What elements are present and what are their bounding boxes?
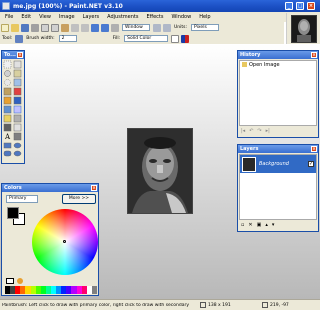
open-icon[interactable] <box>11 23 19 32</box>
window-title: me.jpg (100%) - Paint.NET v3.10 <box>13 2 123 10</box>
tools-panel-title: To... × <box>2 51 24 59</box>
cursor-position-icon <box>262 302 268 308</box>
antialias-icon[interactable] <box>171 34 180 43</box>
zoom-icon[interactable] <box>111 23 119 32</box>
delete-layer-icon[interactable]: ✕ <box>248 222 252 228</box>
copy-icon[interactable] <box>51 23 59 32</box>
cursor-position-text: 219, -97 <box>270 302 289 308</box>
undo-icon[interactable]: ↶ <box>249 128 253 134</box>
palette-strip[interactable] <box>5 286 97 294</box>
history-controls: |◂ ↶ ↷ ▸| <box>238 127 318 135</box>
thumbnail-face-image <box>291 15 317 43</box>
image-size-text: 138 x 191 <box>208 302 231 308</box>
menu-effects[interactable]: Effects <box>141 14 166 20</box>
maximize-button[interactable]: □ <box>296 2 304 10</box>
print-icon[interactable] <box>31 23 39 32</box>
duplicate-layer-icon[interactable]: ▣ <box>257 222 262 228</box>
status-bar: Paintbrush: Left click to draw with prim… <box>0 299 320 310</box>
reset-colors-icon[interactable] <box>17 278 23 284</box>
color-mode-dropdown[interactable]: Primary <box>6 195 38 203</box>
fill-label: Fill: <box>112 36 121 41</box>
paintbrush-tool-icon[interactable] <box>15 34 24 43</box>
layers-panel: Layers × Background ✓ ▫ ✕ ▣ ▴ ▾ <box>237 144 319 232</box>
menu-adjustments[interactable]: Adjustments <box>102 14 141 20</box>
status-hint: Paintbrush: Left click to draw with prim… <box>2 302 190 308</box>
title-bar: me.jpg (100%) - Paint.NET v3.10 _ □ × <box>0 0 320 12</box>
menu-file[interactable]: File <box>0 14 16 20</box>
rewind-icon[interactable]: |◂ <box>241 128 245 134</box>
history-panel-title: History × <box>238 51 318 59</box>
swap-colors-icon[interactable] <box>6 278 14 284</box>
new-icon[interactable] <box>1 23 9 32</box>
move-up-icon[interactable]: ▴ <box>265 222 268 228</box>
redo-icon[interactable]: ↷ <box>257 128 261 134</box>
history-list: Open Image <box>239 60 317 126</box>
menu-layers[interactable]: Layers <box>78 14 103 20</box>
color-wheel[interactable] <box>32 209 98 275</box>
fill-dropdown[interactable]: Solid Color <box>124 35 169 42</box>
minimize-button[interactable]: _ <box>285 2 293 10</box>
undo-icon[interactable] <box>91 23 99 32</box>
fast-forward-icon[interactable]: ▸| <box>266 128 270 134</box>
close-icon[interactable]: × <box>91 185 97 191</box>
canvas-image[interactable] <box>127 128 193 214</box>
layers-panel-title: Layers × <box>238 145 318 153</box>
colors-panel: Colors × Primary More >> <box>1 183 99 296</box>
crop-icon[interactable] <box>71 23 79 32</box>
tools-grid: A <box>3 60 22 157</box>
close-icon[interactable]: × <box>311 146 317 152</box>
colors-panel-title: Colors × <box>2 184 98 192</box>
layer-visibility-checkbox[interactable]: ✓ <box>308 161 314 167</box>
add-layer-icon[interactable]: ▫ <box>241 222 244 228</box>
primary-color-swatch[interactable] <box>7 207 19 219</box>
close-icon[interactable]: × <box>17 52 23 58</box>
svg-text:A: A <box>4 133 11 141</box>
close-button[interactable]: × <box>307 2 315 10</box>
history-item[interactable]: Open Image <box>240 61 316 68</box>
cut-icon[interactable] <box>41 23 49 32</box>
rulers-icon[interactable] <box>163 23 171 32</box>
units-dropdown[interactable]: Pixels <box>191 24 220 31</box>
tools-panel: To... × A <box>1 50 25 164</box>
layer-row[interactable]: Background ✓ <box>240 155 316 173</box>
image-thumbnail[interactable] <box>286 13 320 46</box>
menu-view[interactable]: View <box>34 14 54 20</box>
window-dropdown[interactable]: Window <box>122 24 150 31</box>
layer-thumbnail <box>242 156 256 172</box>
layers-controls: ▫ ✕ ▣ ▴ ▾ <box>238 221 318 229</box>
brush-width-input[interactable]: 2 <box>58 35 77 42</box>
deselect-icon[interactable] <box>81 23 89 32</box>
grid-icon[interactable] <box>153 23 161 32</box>
move-down-icon[interactable]: ▾ <box>272 222 275 228</box>
open-image-icon <box>242 62 247 67</box>
tool-options-toolbar: Tool: Brush width: 2 Fill: Solid Color <box>0 33 284 44</box>
units-label: Units: <box>174 25 188 30</box>
save-icon[interactable] <box>21 23 29 32</box>
menu-window[interactable]: Window <box>166 14 194 20</box>
history-panel: History × Open Image |◂ ↶ ↷ ▸| <box>237 50 319 138</box>
close-icon[interactable]: × <box>311 52 317 58</box>
redo-icon[interactable] <box>101 23 109 32</box>
menu-bar: File Edit View Image Layers Adjustments … <box>0 12 320 22</box>
tool-label: Tool: <box>2 36 13 41</box>
menu-help[interactable]: Help <box>194 14 213 20</box>
menu-image[interactable]: Image <box>54 14 78 20</box>
paintnet-app-icon <box>2 2 10 10</box>
blend-mode-icon[interactable] <box>181 34 190 43</box>
brush-width-label: Brush width: <box>26 36 55 41</box>
paste-icon[interactable] <box>61 23 69 32</box>
image-size-icon <box>200 302 206 308</box>
more-button[interactable]: More >> <box>62 194 96 204</box>
layers-list: Background ✓ <box>239 154 317 220</box>
main-toolbar: Window Units: Pixels <box>0 22 284 33</box>
menu-edit[interactable]: Edit <box>16 14 34 20</box>
